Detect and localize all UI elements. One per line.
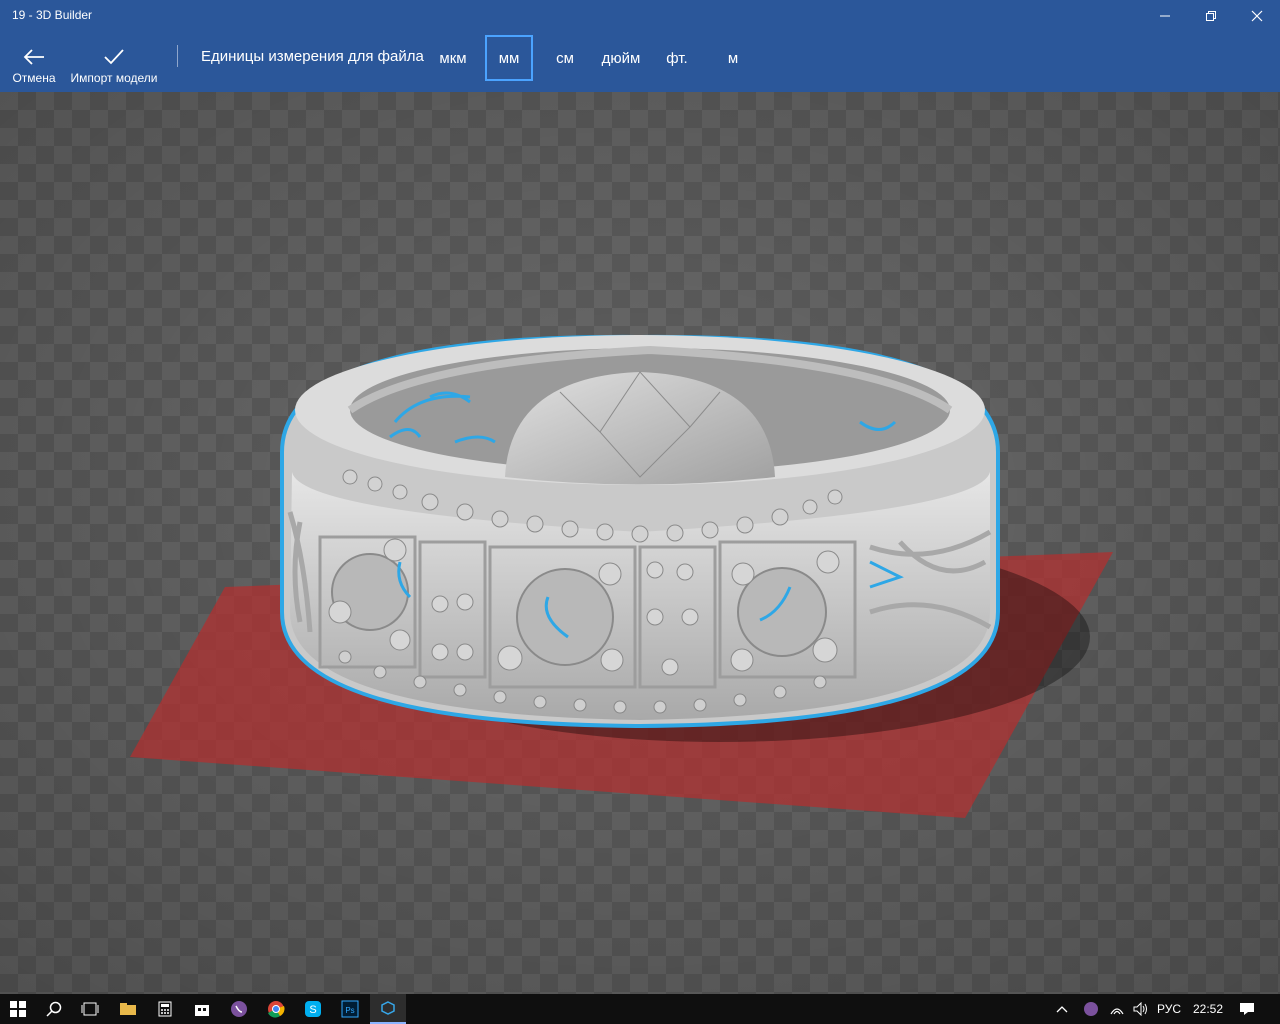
import-model-button[interactable]: Импорт модели: [66, 32, 162, 92]
minimize-icon: [1160, 15, 1170, 17]
file-explorer-icon: [120, 1003, 136, 1015]
unit-option-ft[interactable]: фт.: [656, 35, 698, 81]
notifications-icon: [1240, 1003, 1254, 1015]
file-explorer-button[interactable]: [110, 994, 146, 1024]
viber-tray-icon: [1084, 1002, 1098, 1016]
skype-button[interactable]: S: [295, 994, 331, 1024]
viber-button[interactable]: [221, 994, 257, 1024]
svg-text:S: S: [309, 1004, 316, 1016]
tray-chevron-button[interactable]: [1050, 994, 1074, 1024]
calculator-icon: [158, 1001, 172, 1017]
photoshop-icon: Ps: [341, 1000, 359, 1018]
taskbar: S Ps РУС 22:52: [0, 994, 1280, 1024]
volume-button[interactable]: [1128, 994, 1154, 1024]
network-button[interactable]: [1104, 994, 1130, 1024]
task-view-icon: [81, 1002, 99, 1016]
unit-option-mkm[interactable]: мкм: [430, 35, 476, 81]
task-view-button[interactable]: [72, 994, 108, 1024]
3d-builder-button[interactable]: [370, 994, 406, 1024]
unit-option-m[interactable]: м: [712, 35, 754, 81]
svg-text:Ps: Ps: [345, 1006, 354, 1015]
toolbar-separator: [177, 45, 178, 67]
cancel-button[interactable]: Отмена: [6, 32, 62, 92]
back-arrow-icon: [23, 49, 44, 65]
search-icon: [46, 1001, 62, 1017]
action-center-button[interactable]: [1232, 994, 1262, 1024]
viber-icon: [231, 1001, 247, 1017]
restore-button[interactable]: [1188, 0, 1234, 32]
minimize-button[interactable]: [1142, 0, 1188, 32]
scene-canvas: [0, 92, 1280, 994]
search-button[interactable]: [36, 994, 72, 1024]
3d-builder-icon: [381, 1001, 395, 1015]
title-bar: 19 - 3D Builder: [0, 0, 1280, 32]
wifi-icon: [1110, 1008, 1124, 1015]
photoshop-button[interactable]: Ps: [332, 994, 368, 1024]
volume-icon: [1133, 1002, 1147, 1016]
chrome-button[interactable]: [258, 994, 294, 1024]
close-icon: [1251, 10, 1263, 22]
restore-icon: [1206, 11, 1216, 21]
import-model-label: Импорт модели: [70, 71, 158, 85]
units-label: Единицы измерения для файла: [201, 48, 424, 65]
store-icon: [195, 1005, 209, 1016]
skype-icon: S: [305, 1001, 321, 1017]
start-icon: [10, 1001, 26, 1017]
checkmark-icon: [104, 49, 124, 65]
tray-viber-button[interactable]: [1078, 994, 1104, 1024]
window-title: 19 - 3D Builder: [12, 8, 93, 22]
calculator-button[interactable]: [147, 994, 183, 1024]
chrome-icon: [268, 1001, 285, 1018]
store-button[interactable]: [184, 994, 220, 1024]
unit-option-mm[interactable]: мм: [485, 35, 533, 81]
cancel-label: Отмена: [12, 71, 56, 85]
toolbar: Отмена Импорт модели Единицы измерения д…: [0, 32, 1280, 92]
language-indicator[interactable]: РУС: [1157, 1002, 1181, 1016]
close-button[interactable]: [1234, 0, 1280, 32]
unit-option-cm[interactable]: см: [543, 35, 587, 81]
chevron-up-icon: [1056, 1006, 1068, 1013]
start-button[interactable]: [0, 994, 36, 1024]
3d-viewport[interactable]: [0, 92, 1280, 994]
clock[interactable]: 22:52: [1193, 1002, 1223, 1016]
unit-option-inch[interactable]: дюйм: [594, 35, 648, 81]
